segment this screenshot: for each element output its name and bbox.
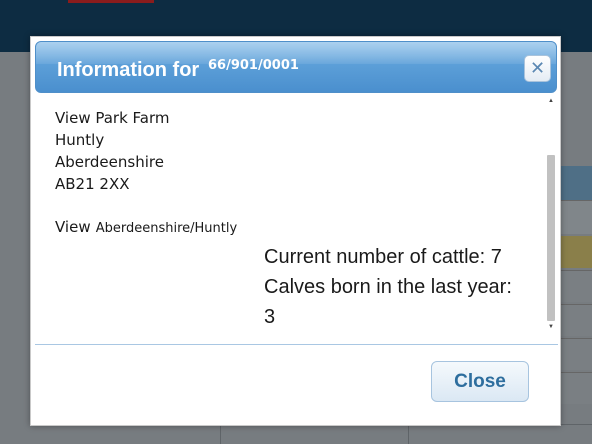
background-highlight-row — [560, 236, 592, 268]
view-location: Aberdeenshire/Huntly — [95, 221, 238, 236]
address-postcode: AB21 2XX — [55, 175, 130, 193]
background-table-row — [560, 200, 592, 234]
farm-name: View Park Farm — [55, 109, 170, 127]
background-table-row — [560, 338, 592, 370]
background-table-row — [560, 270, 592, 302]
footer-divider — [35, 344, 558, 345]
background-table-header-strip — [560, 166, 592, 200]
background-table-row — [560, 304, 592, 336]
scroll-up-arrow-icon[interactable]: ▲ — [545, 97, 557, 105]
calves-count: 3 — [264, 306, 276, 328]
cattle-count: Current number of cattle: 7 — [264, 246, 502, 268]
background-table-bottom — [34, 424, 592, 444]
background-header-accent — [68, 0, 154, 3]
scrollbar-thumb[interactable] — [547, 155, 555, 321]
background-grid-line — [408, 424, 409, 444]
address-county: Aberdeenshire — [55, 153, 164, 171]
view-label: View — [55, 218, 91, 236]
background-table-row — [560, 372, 592, 404]
calves-label: Calves born in the last year: — [264, 276, 512, 298]
view-location-line: View Aberdeenshire/Huntly — [55, 217, 237, 236]
close-icon[interactable]: ✕ — [524, 55, 551, 82]
dialog-titlebar[interactable]: Information for 66/901/0001 ✕ — [35, 41, 557, 93]
holding-id: 66/901/0001 — [208, 58, 299, 73]
content-scrollbar[interactable]: ▲ ▼ — [545, 95, 557, 335]
scroll-down-arrow-icon[interactable]: ▼ — [545, 323, 557, 331]
dialog-title: Information for — [57, 59, 200, 81]
background-grid-line — [220, 424, 221, 444]
close-button[interactable]: Close — [431, 361, 529, 402]
information-dialog: Information for 66/901/0001 ✕ View Park … — [30, 36, 561, 426]
address-town: Huntly — [55, 131, 105, 149]
dialog-content: View Park Farm Huntly Aberdeenshire AB21… — [35, 95, 557, 340]
